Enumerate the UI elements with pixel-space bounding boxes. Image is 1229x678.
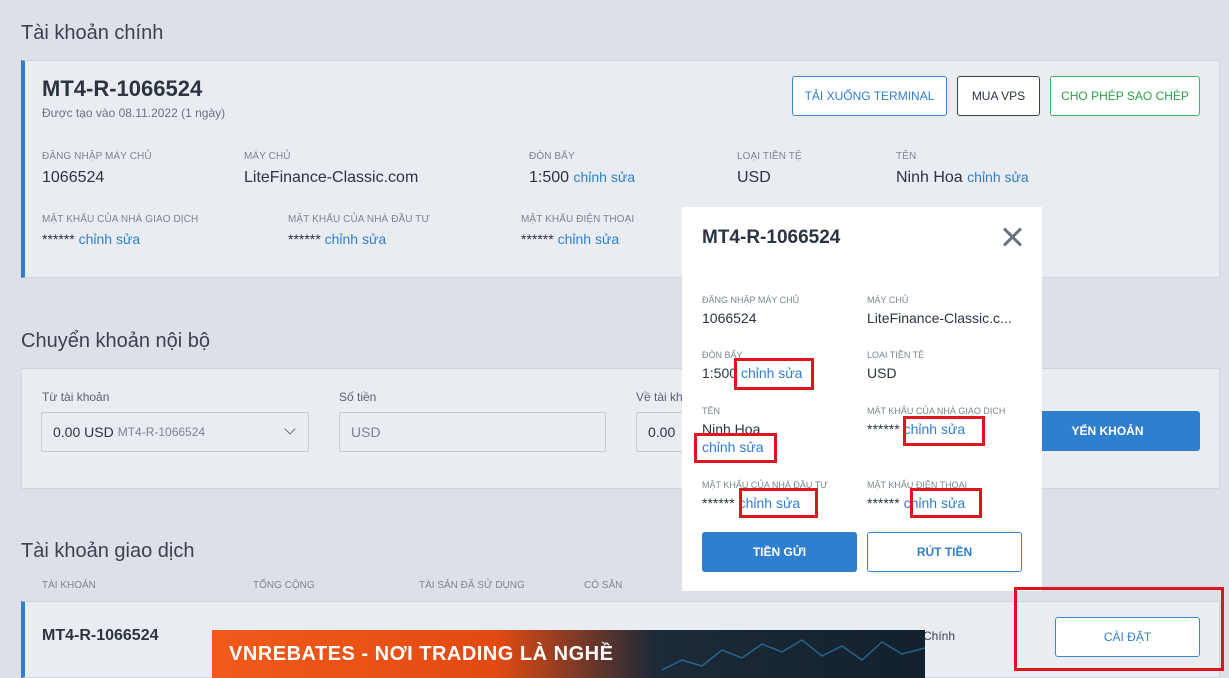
row-account-type: Chính	[923, 629, 956, 643]
leverage-row: 1:500 chỉnh sửa	[529, 169, 635, 187]
highlight-box	[694, 433, 777, 463]
highlight-box	[734, 358, 814, 390]
main-account-heading: Tài khoản chính	[21, 22, 164, 44]
modal-server-label: MÁY CHỦ	[867, 295, 909, 305]
close-icon[interactable]	[1000, 225, 1024, 249]
created-date: Được tạo vào 08.11.2022 (1 ngày)	[42, 106, 226, 120]
allow-copy-button[interactable]: CHO PHÉP SAO CHÉP	[1050, 76, 1200, 116]
phone-password-row: ****** chỉnh sửa	[521, 231, 619, 247]
investor-password-mask: ******	[288, 231, 321, 247]
leverage-label: ĐÒN BẨY	[529, 151, 575, 162]
investor-password-row: ****** chỉnh sửa	[288, 231, 386, 247]
investor-password-label: MẬT KHẨU CỦA NHÀ ĐẦU TƯ	[288, 214, 431, 225]
modal-currency-value: USD	[867, 365, 897, 381]
account-details-modal: MT4-R-1066524 ĐĂNG NHẬP MÁY CHỦ 1066524 …	[682, 207, 1042, 591]
modal-server-login-value: 1066524	[702, 310, 757, 326]
server-label: MÁY CHỦ	[244, 151, 291, 162]
edit-trader-password-link[interactable]: chỉnh sửa	[79, 231, 141, 247]
withdraw-button[interactable]: RÚT TIỀN	[867, 532, 1022, 572]
buy-vps-button[interactable]: MUA VPS	[957, 76, 1040, 116]
modal-phone-password-mask: ******	[867, 495, 900, 511]
amount-input[interactable]: USD	[339, 412, 606, 452]
trader-password-mask: ******	[42, 231, 75, 247]
modal-trader-password-mask: ******	[867, 421, 900, 437]
chevron-down-icon	[284, 423, 296, 435]
edit-investor-password-link[interactable]: chỉnh sửa	[325, 231, 387, 247]
col-used-assets-header: TÀI SẢN ĐÃ SỬ DỤNG	[419, 580, 525, 591]
phone-password-mask: ******	[521, 231, 554, 247]
modal-trader-password-label: MẬT KHẨU CỦA NHÀ GIAO DỊCH	[867, 406, 1006, 416]
phone-password-label: MẬT KHẨU ĐIỆN THOẠI	[521, 214, 635, 225]
name-value: Ninh Hoa	[896, 169, 963, 186]
from-account-label: Từ tài khoản	[42, 390, 110, 404]
modal-title: MT4-R-1066524	[702, 227, 841, 248]
amount-placeholder: USD	[351, 424, 381, 440]
trader-password-row: ****** chỉnh sửa	[42, 231, 140, 247]
trader-password-label: MẬT KHẨU CỦA NHÀ GIAO DỊCH	[42, 214, 199, 225]
server-value: LiteFinance-Classic.com	[244, 169, 419, 186]
col-available-header: CÓ SẴN	[584, 580, 623, 591]
to-account-label: Về tài kh	[636, 390, 683, 404]
download-terminal-button[interactable]: TẢI XUỐNG TERMINAL	[792, 76, 947, 116]
modal-name-label: TÊN	[702, 406, 720, 416]
edit-phone-password-link[interactable]: chỉnh sửa	[558, 231, 620, 247]
modal-leverage-value: 1:500	[702, 365, 738, 381]
modal-currency-label: LOẠI TIỀN TỆ	[867, 350, 925, 360]
currency-value: USD	[737, 169, 771, 186]
banner-text: VNREBATES - NƠI TRADING LÀ NGHỀ	[229, 643, 614, 665]
account-id: MT4-R-1066524	[42, 76, 203, 101]
col-account-header: TÀI KHOẢN	[42, 580, 96, 591]
trading-accounts-heading: Tài khoản giao dịch	[21, 540, 195, 562]
edit-name-link[interactable]: chỉnh sửa	[967, 169, 1029, 185]
highlight-box	[910, 488, 982, 518]
row-account-id: MT4-R-1066524	[42, 627, 159, 644]
highlight-box	[739, 488, 818, 518]
modal-server-login-label: ĐĂNG NHẬP MÁY CHỦ	[702, 295, 800, 305]
col-total-header: TỔNG CỘNG	[253, 580, 315, 591]
modal-server-value: LiteFinance-Classic.c...	[867, 310, 1012, 326]
highlight-box	[903, 416, 985, 446]
currency-label: LOẠI TIỀN TỆ	[737, 151, 802, 162]
edit-leverage-link[interactable]: chỉnh sửa	[574, 169, 636, 185]
transfer-button[interactable]: YỂN KHOẢN	[1015, 411, 1200, 451]
highlight-box	[1014, 587, 1224, 671]
watermark-banner: VNREBATES - NƠI TRADING LÀ NGHỀ	[212, 630, 925, 678]
deposit-button[interactable]: TIỀN GỬI	[702, 532, 857, 572]
from-account-id: MT4-R-1066524	[117, 425, 206, 439]
modal-investor-password-mask: ******	[702, 495, 735, 511]
amount-label: Số tiền	[339, 390, 377, 404]
name-label: TÊN	[896, 151, 917, 162]
leverage-value: 1:500	[529, 169, 570, 186]
to-account-balance: 0.00	[648, 424, 676, 440]
server-login-value: 1066524	[42, 169, 105, 186]
internal-transfer-heading: Chuyển khoản nội bộ	[21, 330, 211, 352]
server-login-label: ĐĂNG NHẬP MÁY CHỦ	[42, 151, 152, 162]
name-row: Ninh Hoa chỉnh sửa	[896, 169, 1029, 187]
from-account-balance: 0.00 USD	[53, 424, 114, 440]
from-account-select[interactable]: 0.00 USD MT4-R-1066524	[41, 412, 309, 452]
